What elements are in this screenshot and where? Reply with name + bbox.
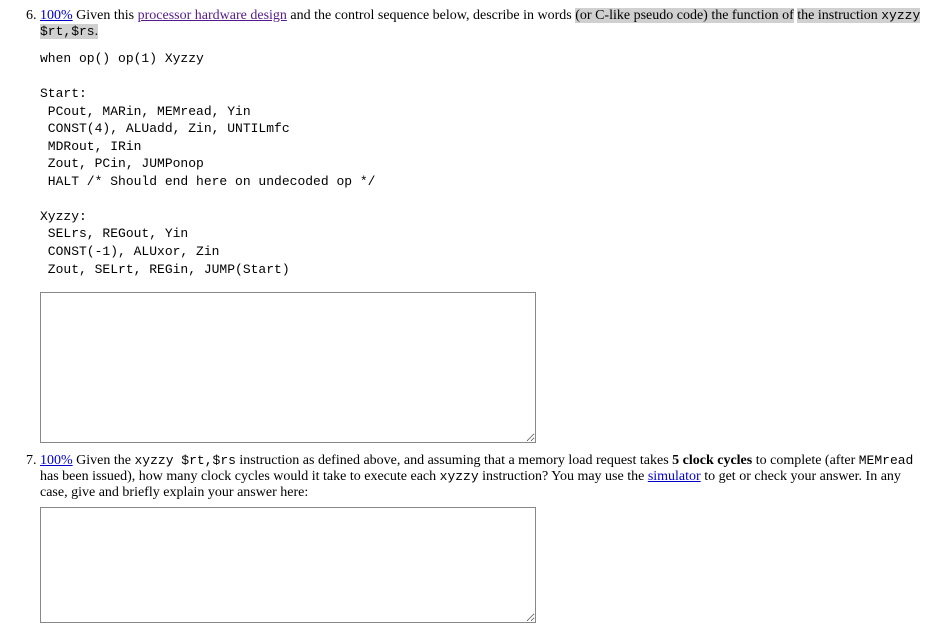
score-link-q6[interactable]: 100% — [40, 8, 73, 23]
answer-textarea-q7[interactable] — [40, 507, 536, 623]
answer-textarea-q6[interactable] — [40, 292, 536, 443]
control-sequence-code: when op() op(1) Xyzzy Start: PCout, MARi… — [40, 50, 929, 278]
question-6: 100% Given this processor hardware desig… — [40, 8, 929, 443]
q6-highlight-a: (or C-like pseudo code) the function of — [575, 8, 794, 23]
q7-text-a: Given the — [73, 453, 135, 468]
q6-text-b: and the control sequence below, describe… — [287, 8, 575, 23]
q7-inst: xyzzy $rt,$rs — [135, 453, 236, 468]
score-link-q7[interactable]: 100% — [40, 453, 73, 468]
simulator-link[interactable]: simulator — [648, 469, 701, 484]
processor-hardware-link[interactable]: processor hardware design — [138, 8, 287, 23]
q7-text-c: to complete (after — [752, 453, 859, 468]
q7-xyzzy: xyzzy — [440, 469, 479, 484]
q7-text-b: instruction as defined above, and assumi… — [236, 453, 672, 468]
q6-text-a: Given this — [73, 8, 138, 23]
q6-highlight-c: . — [95, 24, 99, 39]
q7-text-d: has been issued), how many clock cycles … — [40, 469, 440, 484]
q6-highlight-b: the instruction — [797, 8, 881, 23]
q7-text-e: instruction? You may use the — [479, 469, 648, 484]
question-7: 100% Given the xyzzy $rt,$rs instruction… — [40, 453, 929, 623]
q7-bold-cycles: 5 clock cycles — [672, 453, 752, 468]
q7-memread: MEMread — [859, 453, 914, 468]
